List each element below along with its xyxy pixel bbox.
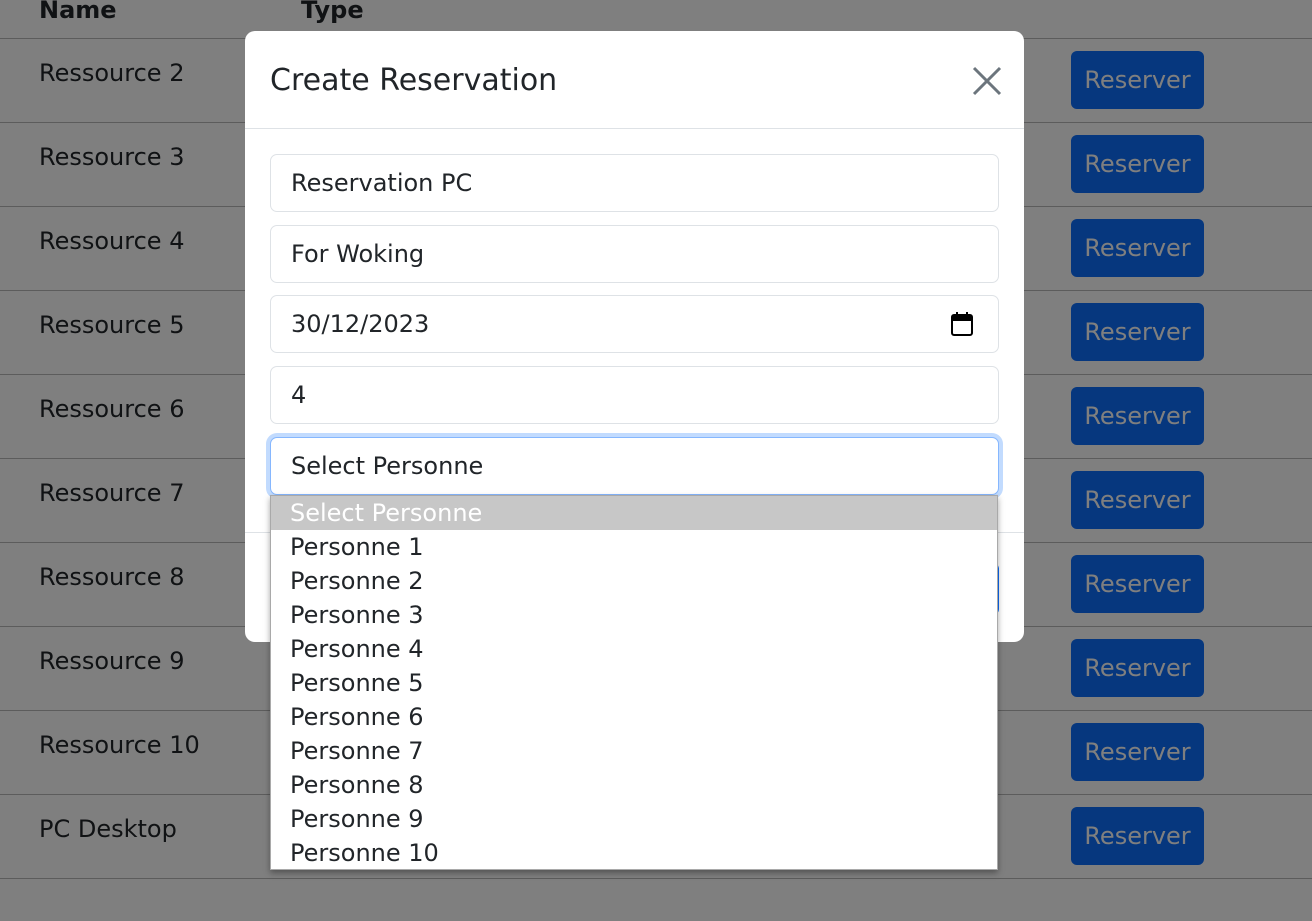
- dropdown-option[interactable]: Personne 5: [271, 666, 997, 700]
- dropdown-option[interactable]: Personne 1: [271, 530, 997, 564]
- reservation-number-input[interactable]: 4: [270, 366, 999, 424]
- reservation-date-input[interactable]: 30/12/2023: [270, 295, 999, 353]
- dropdown-option[interactable]: Personne 9: [271, 802, 997, 836]
- reservation-description-input[interactable]: For Woking: [270, 225, 999, 283]
- close-icon: [972, 66, 1002, 96]
- dropdown-option[interactable]: Personne 4: [271, 632, 997, 666]
- dropdown-option[interactable]: Select Personne: [271, 496, 997, 530]
- dropdown-option[interactable]: Personne 3: [271, 598, 997, 632]
- dropdown-option[interactable]: Personne 6: [271, 700, 997, 734]
- modal-title: Create Reservation: [270, 63, 558, 98]
- dropdown-option[interactable]: Personne 8: [271, 768, 997, 802]
- personne-select[interactable]: Select Personne: [270, 437, 999, 495]
- dropdown-option[interactable]: Personne 2: [271, 564, 997, 598]
- dropdown-option[interactable]: Personne 10: [271, 836, 997, 870]
- personne-dropdown-list: Select Personne Personne 1 Personne 2 Pe…: [270, 495, 998, 870]
- close-button[interactable]: [967, 61, 1007, 101]
- calendar-icon[interactable]: [950, 311, 974, 337]
- dropdown-option[interactable]: Personne 7: [271, 734, 997, 768]
- modal-header: Create Reservation: [245, 31, 1024, 129]
- reservation-title-input[interactable]: Reservation PC: [270, 154, 999, 212]
- date-value: 30/12/2023: [291, 310, 430, 338]
